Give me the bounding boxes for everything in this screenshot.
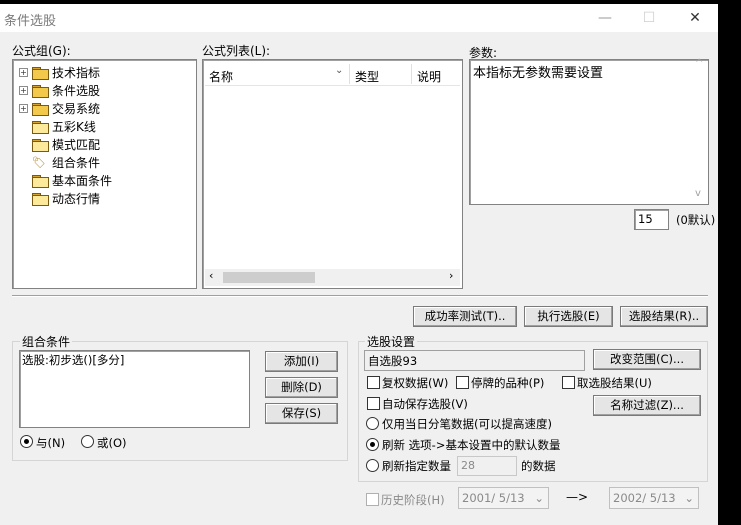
success-test-button[interactable]: 成功率测试(T).. <box>413 306 517 327</box>
today-only-radio[interactable] <box>366 417 379 430</box>
refresh-n-radio[interactable] <box>366 459 379 472</box>
params-box: 本指标无参数需要设置 ^ v <box>469 58 709 205</box>
history-label: 历史阶段(H) <box>381 493 445 507</box>
scroll-right-icon[interactable]: › <box>449 269 453 282</box>
date-from-value: 2001/ 5/13 <box>462 491 525 505</box>
expand-icon[interactable]: + <box>19 67 28 77</box>
params-text: 本指标无参数需要设置 <box>473 66 604 81</box>
invert-result-label: 取选股结果(U) <box>577 376 652 390</box>
chevron-down-icon: ⌄ <box>534 491 544 505</box>
scroll-left-icon[interactable]: ‹ <box>209 269 213 282</box>
date-from-select[interactable]: 2001/ 5/13 ⌄ <box>458 487 549 509</box>
restore-right-checkbox[interactable] <box>367 376 380 389</box>
restore-right-label: 复权数据(W) <box>382 376 449 390</box>
tree-item-label: 组合条件 <box>52 155 101 170</box>
list-item[interactable]: 选股:初步选()[多分] <box>22 352 124 368</box>
maximize-button[interactable]: ☐ <box>634 8 664 28</box>
column-name[interactable]: 名称 <box>209 68 233 85</box>
refresh-n-suffix: 的数据 <box>521 459 556 473</box>
or-label: 或(O) <box>97 436 127 450</box>
formula-list-label: 公式列表(L): <box>202 44 271 58</box>
date-to-value: 2002/ 5/13 <box>613 491 676 505</box>
folder-icon <box>32 192 49 206</box>
column-type[interactable]: 类型 <box>355 68 379 85</box>
tree-item-label: 交易系统 <box>52 101 101 116</box>
or-radio[interactable] <box>81 435 94 448</box>
folder-icon <box>32 84 49 98</box>
block-name-field[interactable]: 自选股93 <box>364 350 585 371</box>
expand-icon[interactable]: + <box>19 103 28 113</box>
formula-group-tree[interactable]: + 技术指标 + 条件选股 + 交易系统五彩K线模式匹配 🏷 组合条件基本面条件动态行情 <box>12 59 197 289</box>
tree-item-label: 条件选股 <box>52 83 101 98</box>
run-select-button[interactable]: 执行选股(E) <box>524 306 613 327</box>
name-filter-button[interactable]: 名称过滤(Z)... <box>593 395 701 416</box>
add-button[interactable]: 添加(I) <box>265 351 338 372</box>
tree-item[interactable]: 动态行情 <box>19 189 100 207</box>
delete-button[interactable]: 删除(D) <box>265 377 338 398</box>
select-result-button[interactable]: 选股结果(R).. <box>620 306 708 327</box>
folder-icon <box>32 66 49 80</box>
window-title: 条件选股 <box>4 14 57 29</box>
tree-item-label: 基本面条件 <box>52 173 113 188</box>
dialog-window: 条件选股 — ☐ ✕ 公式组(G): + 技术指标 + 条件选股 + 交易系统五彩K线模式… <box>0 4 718 525</box>
tree-item[interactable]: 模式匹配 <box>19 135 100 153</box>
autosave-label: 自动保存选股(V) <box>382 397 468 411</box>
refresh-default-label: 刷新 选项->基本设置中的默认数量 <box>382 438 561 452</box>
tree-item[interactable]: 基本面条件 <box>19 171 112 189</box>
scroll-thumb[interactable] <box>223 272 315 283</box>
folder-icon <box>32 120 49 134</box>
formula-group-label: 公式组(G): <box>12 44 71 58</box>
invert-result-checkbox[interactable] <box>562 376 575 389</box>
tag-icon: 🏷 <box>32 155 46 169</box>
tree-item[interactable]: 🏷 组合条件 <box>19 153 100 171</box>
chevron-down-icon: ⌄ <box>684 491 694 505</box>
formula-list[interactable]: 名称 ⌄ 类型 说明 ‹ › <box>202 59 463 289</box>
horizontal-scrollbar[interactable]: ‹ › <box>205 269 460 286</box>
suspended-checkbox[interactable] <box>456 376 469 389</box>
combo-group-title: 组合条件 <box>20 333 73 350</box>
column-desc[interactable]: 说明 <box>417 68 441 85</box>
autosave-checkbox[interactable] <box>367 397 380 410</box>
folder-icon <box>32 174 49 188</box>
separator <box>12 295 708 297</box>
count-input[interactable]: 15 <box>634 209 669 230</box>
today-only-label: 仅用当日分笔数据(可以提高速度) <box>382 417 552 431</box>
refresh-default-radio[interactable] <box>366 438 379 451</box>
date-arrow: —> <box>566 490 589 504</box>
and-label: 与(N) <box>36 436 66 450</box>
history-checkbox[interactable] <box>366 493 379 506</box>
combo-list[interactable]: 选股:初步选()[多分] <box>19 350 250 428</box>
tree-item[interactable]: + 交易系统 <box>19 99 100 117</box>
minimize-button[interactable]: — <box>590 8 620 28</box>
expand-icon[interactable]: + <box>19 85 28 95</box>
settings-group-title: 选股设置 <box>365 333 418 350</box>
count-hint: (0默认) <box>676 213 716 227</box>
refresh-count-input[interactable]: 28 <box>457 456 517 476</box>
list-header: 名称 ⌄ 类型 说明 <box>205 62 460 86</box>
suspended-label: 停牌的品种(P) <box>471 376 545 390</box>
refresh-n-label: 刷新指定数量 <box>382 459 451 473</box>
tree-item-label: 动态行情 <box>52 191 101 206</box>
folder-icon <box>32 138 49 152</box>
title-bar: 条件选股 — ☐ ✕ <box>0 4 718 32</box>
tree-item[interactable]: 五彩K线 <box>19 117 96 135</box>
date-to-select[interactable]: 2002/ 5/13 ⌄ <box>609 487 699 509</box>
tree-item-label: 模式匹配 <box>52 137 101 152</box>
tree-item[interactable]: + 技术指标 <box>19 63 100 81</box>
tree-item-label: 技术指标 <box>52 65 101 80</box>
change-range-button[interactable]: 改变范围(C)... <box>593 349 701 370</box>
sort-chevron-icon: ⌄ <box>335 65 344 76</box>
close-button[interactable]: ✕ <box>680 8 710 28</box>
and-radio[interactable] <box>20 435 33 448</box>
tree-item-label: 五彩K线 <box>52 119 96 134</box>
folder-icon <box>32 102 49 116</box>
tree-item[interactable]: + 条件选股 <box>19 81 100 99</box>
save-button[interactable]: 保存(S) <box>265 403 338 424</box>
scroll-down-icon[interactable]: v <box>695 188 701 199</box>
scroll-up-icon[interactable]: ^ <box>695 58 703 69</box>
